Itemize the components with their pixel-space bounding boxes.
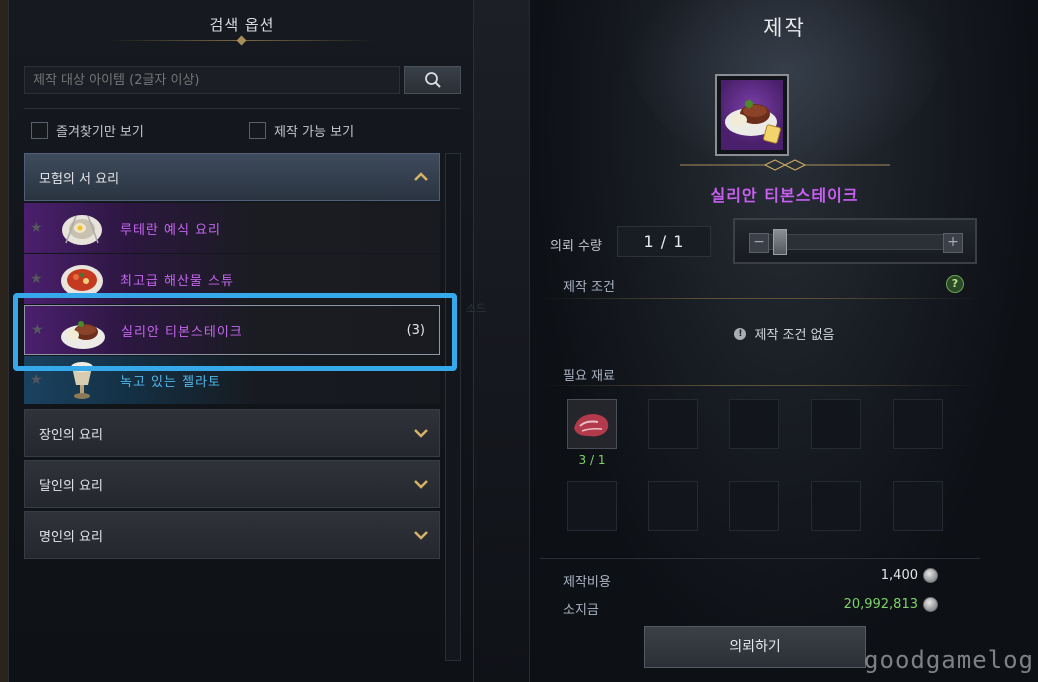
favorite-star-icon[interactable]: ★ — [30, 271, 43, 287]
cost-value: 1,400 — [880, 568, 918, 583]
divider — [540, 558, 980, 559]
materials-label: 필요 재료 — [563, 369, 615, 384]
recipe-count: (3) — [406, 322, 425, 338]
category-grandmaster-cooking[interactable]: 명인의 요리 — [24, 511, 440, 559]
material-count: 3 / 1 — [578, 453, 606, 467]
request-button[interactable]: 의뢰하기 — [644, 626, 866, 668]
favorites-filter[interactable]: 즐겨찾기만 보기 — [31, 121, 144, 140]
recipe-item-tbone-steak[interactable]: ★ 실리안 티본스테이크 (3) — [24, 305, 440, 355]
item-slot — [715, 74, 789, 156]
craftable-label: 제작 가능 보기 — [274, 125, 355, 140]
gold-value: 20,992,813 — [843, 597, 918, 612]
category-master-cooking[interactable]: 달인의 요리 — [24, 460, 440, 508]
category-label: 모험의 서 요리 — [39, 171, 120, 187]
info-icon: ! — [734, 327, 747, 340]
material-slot-3 — [729, 399, 779, 449]
search-button[interactable] — [404, 66, 461, 94]
gold-label: 소지금 — [563, 603, 599, 618]
no-condition-text: 제작 조건 없음 — [754, 328, 835, 343]
divider — [540, 298, 980, 299]
material-slot-6 — [567, 481, 617, 531]
recipe-name: 루테란 예식 요리 — [120, 222, 221, 238]
recipe-list: 모험의 서 요리 ★ 루테란 예식 요리 ★ 최고급 해산물 스튜 ★ 실리안 … — [24, 153, 448, 663]
recipe-item-lutheran-ceremonial[interactable]: ★ 루테란 예식 요리 — [24, 203, 440, 253]
material-slot-8 — [729, 481, 779, 531]
silver-coin-icon — [923, 597, 938, 612]
no-condition-message: ! 제작 조건 없음 — [530, 324, 1038, 343]
search-options-panel: 검색 옵션 즐겨찾기만 보기 제작 가능 보기 모험의 서 요리 ★ — [8, 0, 474, 682]
category-adventure-cooking[interactable]: 모험의 서 요리 — [24, 153, 440, 201]
craftable-checkbox[interactable] — [249, 122, 266, 139]
quantity-slider[interactable]: − + — [733, 218, 977, 264]
chevron-up-icon — [413, 169, 429, 185]
decrease-button[interactable]: − — [749, 233, 769, 253]
material-slot-5 — [893, 399, 943, 449]
material-slot-10 — [893, 481, 943, 531]
category-label: 명인의 요리 — [39, 529, 103, 545]
food-plate-icon — [62, 215, 102, 245]
crafting-panel: 제작 실리안 티본스테이크 의뢰 수량 1 / 1 − + 제작 조건 ? ! … — [529, 0, 1038, 682]
search-input[interactable] — [24, 66, 400, 94]
silver-coin-icon — [923, 568, 938, 583]
recipe-item-seafood-stew[interactable]: ★ 최고급 해산물 스튜 — [24, 254, 440, 304]
material-slot-4 — [811, 399, 861, 449]
favorites-label: 즐겨찾기만 보기 — [56, 125, 144, 140]
help-icon[interactable]: ? — [946, 275, 964, 293]
material-slot-2 — [648, 399, 698, 449]
favorite-star-icon[interactable]: ★ — [30, 372, 43, 388]
panel-title: 제작 — [763, 16, 806, 40]
slider-thumb[interactable] — [773, 229, 787, 255]
chevron-down-icon — [413, 425, 429, 441]
favorites-checkbox[interactable] — [31, 122, 48, 139]
list-scrollbar[interactable] — [445, 153, 461, 661]
craftable-filter[interactable]: 제작 가능 보기 — [249, 121, 354, 140]
panel-title: 검색 옵션 — [209, 16, 275, 34]
raw-meat-icon — [574, 414, 609, 437]
quantity-label: 의뢰 수량 — [550, 239, 602, 254]
background-gap — [474, 0, 529, 682]
search-icon — [424, 72, 441, 88]
material-slot-1[interactable] — [567, 399, 617, 449]
material-slot-9 — [811, 481, 861, 531]
steak-item-icon — [725, 100, 781, 144]
category-label: 달인의 요리 — [39, 478, 103, 494]
material-slot-7 — [648, 481, 698, 531]
recipe-name: 최고급 해산물 스튜 — [120, 273, 234, 289]
favorite-star-icon[interactable]: ★ — [31, 322, 44, 338]
cost-label: 제작비용 — [563, 575, 611, 590]
title-ornament — [109, 40, 375, 41]
divider — [540, 385, 980, 386]
category-artisan-cooking[interactable]: 장인의 요리 — [24, 409, 440, 457]
faint-text: 소드 — [466, 302, 487, 315]
recipe-name: 녹고 있는 젤라토 — [120, 374, 221, 390]
chevron-down-icon — [413, 476, 429, 492]
chevron-down-icon — [413, 527, 429, 543]
background-strip — [0, 0, 8, 682]
food-gelato-icon — [71, 362, 93, 399]
divider — [24, 108, 460, 109]
increase-button[interactable]: + — [943, 233, 963, 253]
recipe-name: 실리안 티본스테이크 — [121, 324, 243, 340]
watermark: goodgamelog — [864, 646, 1034, 674]
gold-ornament — [680, 159, 890, 171]
favorite-star-icon[interactable]: ★ — [30, 220, 43, 236]
quantity-field[interactable]: 1 / 1 — [617, 226, 711, 257]
item-name: 실리안 티본스테이크 — [710, 186, 859, 205]
condition-label: 제작 조건 — [563, 280, 615, 295]
category-label: 장인의 요리 — [39, 427, 103, 443]
food-steak-icon — [61, 321, 105, 349]
food-stew-icon — [61, 265, 103, 297]
recipe-item-gelato[interactable]: ★ 녹고 있는 젤라토 — [24, 356, 440, 404]
